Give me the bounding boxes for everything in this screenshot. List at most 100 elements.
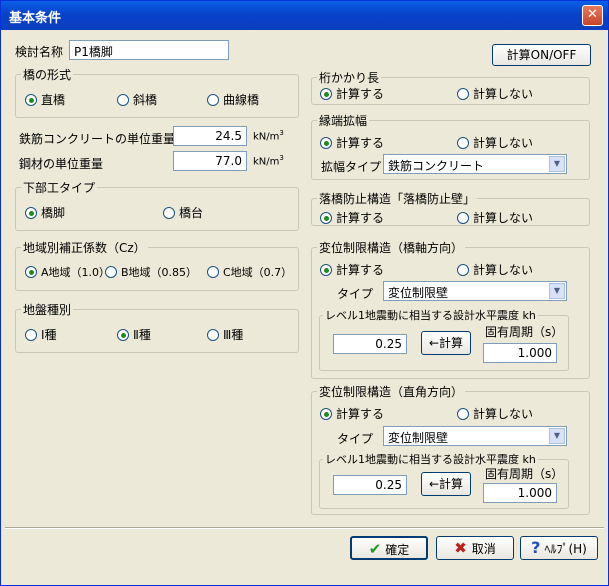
- rebar-weight-input[interactable]: 24.5: [173, 126, 247, 146]
- bridge-type-skew-radio[interactable]: 斜橋: [117, 91, 157, 108]
- disp-axial-calc-radio[interactable]: 計算する: [320, 261, 384, 278]
- substructure-pier-radio[interactable]: 橋脚: [25, 204, 65, 221]
- unit-text: kN/m: [253, 156, 280, 168]
- disp-perp-kh-input[interactable]: 0.25: [333, 475, 407, 495]
- ground-type1-radio[interactable]: Ⅰ種: [25, 326, 57, 343]
- radio-label: 計算する: [336, 87, 385, 101]
- cancel-button[interactable]: ✖ 取消: [436, 536, 514, 560]
- region-a-radio[interactable]: A地域（1.0）: [25, 264, 110, 280]
- radio-label: 計算しない: [473, 136, 534, 150]
- disp-axial-nocalc-radio[interactable]: 計算しない: [457, 261, 533, 278]
- disp-axial-type-select[interactable]: 変位制限壁 ▼: [383, 281, 567, 301]
- steel-weight-input[interactable]: 77.0: [173, 151, 247, 171]
- radio-label: 直橋: [41, 93, 66, 107]
- substructure-abutment-radio[interactable]: 橋台: [163, 204, 203, 221]
- disp-perp-calc-button[interactable]: ←計算: [421, 472, 471, 496]
- bridge-type-curve-radio[interactable]: 曲線橋: [207, 91, 259, 108]
- select-value: 変位制限壁: [388, 431, 449, 445]
- radio-dot: [105, 266, 117, 278]
- fall-prevent-nocalc-radio[interactable]: 計算しない: [457, 209, 533, 226]
- disp-perp-period-label: 固有周期（s）: [485, 467, 564, 481]
- radio-label: C地域（0.7）: [223, 266, 293, 279]
- radio-dot: [457, 407, 469, 420]
- disp-perp-type-select[interactable]: 変位制限壁 ▼: [383, 426, 567, 446]
- bridge-type-straight-radio[interactable]: 直橋: [25, 91, 65, 108]
- dialog-window: 基本条件 ✕ 検討名称 P1橋脚 橋の形式 直橋 斜橋 曲線橋 鉄筋コンクリート…: [0, 0, 609, 586]
- disp-perp-nocalc-radio[interactable]: 計算しない: [457, 405, 533, 422]
- radio-label: 橋脚: [41, 206, 66, 220]
- disp-axial-kh-input[interactable]: 0.25: [333, 334, 407, 354]
- disp-perp-period-input[interactable]: 1.000: [483, 483, 557, 503]
- radio-dot: [457, 87, 469, 100]
- edge-nocalc-radio[interactable]: 計算しない: [457, 134, 533, 151]
- name-input[interactable]: P1橋脚: [69, 40, 229, 60]
- radio-dot: [117, 328, 129, 341]
- unit-sup: 3: [279, 129, 284, 137]
- radio-dot: [25, 93, 37, 106]
- help-button[interactable]: ? ﾍﾙﾌﾟ(H): [520, 536, 598, 560]
- close-button[interactable]: ✕: [582, 5, 603, 26]
- edge-calc-radio[interactable]: 計算する: [320, 134, 384, 151]
- radio-dot: [320, 211, 332, 224]
- rebar-weight-unit: kN/m3: [253, 129, 284, 142]
- region-legend: 地域別補正係数（Cz）: [21, 239, 148, 256]
- chevron-down-icon: ▼: [549, 156, 565, 172]
- disp-axial-type-label: タイプ: [337, 287, 374, 301]
- select-value: 変位制限壁: [388, 286, 449, 300]
- x-icon: ✖: [454, 539, 467, 557]
- ground-legend: 地盤種別: [21, 301, 74, 318]
- radio-dot: [25, 206, 37, 219]
- radio-label: 計算する: [336, 407, 385, 421]
- region-c-radio[interactable]: C地域（0.7）: [207, 264, 292, 280]
- disp-axial-calc-button[interactable]: ←計算: [421, 331, 471, 355]
- window-title: 基本条件: [9, 11, 62, 26]
- rebar-weight-label: 鉄筋コンクリートの単位重量: [19, 132, 176, 146]
- button-label: ﾍﾙﾌﾟ(H): [544, 542, 587, 556]
- calc-onoff-button[interactable]: 計算ON/OFF: [492, 44, 591, 66]
- radio-dot: [163, 206, 175, 219]
- radio-dot: [457, 211, 469, 224]
- edge-legend: 縁端拡幅: [317, 112, 370, 129]
- bridge-type-legend: 橋の形式: [21, 66, 74, 83]
- title-bar[interactable]: 基本条件 ✕: [1, 1, 608, 30]
- disp-axial-period-label: 固有周期（s）: [485, 325, 564, 339]
- ground-type2-radio[interactable]: Ⅱ種: [117, 326, 151, 343]
- radio-dot: [457, 136, 469, 149]
- radio-label: 計算しない: [473, 407, 534, 421]
- radio-label: 斜橋: [133, 93, 158, 107]
- button-label: 取消: [471, 542, 496, 556]
- steel-weight-unit: kN/m3: [253, 154, 284, 167]
- radio-dot: [320, 136, 332, 149]
- disp-axial-period-input[interactable]: 1.000: [483, 343, 557, 363]
- radio-dot: [117, 93, 129, 106]
- girder-calc-radio[interactable]: 計算する: [320, 85, 384, 102]
- girder-nocalc-radio[interactable]: 計算しない: [457, 85, 533, 102]
- unit-text: kN/m: [253, 131, 280, 143]
- ok-button[interactable]: ✔ 確定: [350, 536, 428, 560]
- radio-dot: [25, 328, 37, 341]
- radio-dot: [207, 266, 219, 278]
- radio-dot: [207, 328, 219, 341]
- radio-dot: [25, 266, 37, 278]
- button-label: 確定: [385, 543, 410, 557]
- radio-dot: [320, 87, 332, 100]
- edge-type-select[interactable]: 鉄筋コンクリート ▼: [383, 154, 567, 174]
- chevron-down-icon: ▼: [549, 283, 565, 299]
- disp-perp-legend: 変位制限構造（直角方向）: [317, 383, 466, 400]
- footer-separator: [5, 527, 604, 529]
- radio-label: Ⅲ種: [223, 328, 244, 342]
- select-value: 鉄筋コンクリート: [388, 159, 485, 173]
- name-label: 検討名称: [15, 45, 64, 59]
- steel-weight-label: 鋼材の単位重量: [19, 157, 104, 171]
- disp-axial-kh-legend: レベル1地震動に相当する設計水平震度 kh: [323, 307, 538, 323]
- chevron-down-icon: ▼: [549, 428, 565, 444]
- disp-perp-type-label: タイプ: [337, 432, 374, 446]
- radio-dot: [457, 263, 469, 276]
- radio-label: 橋台: [179, 206, 204, 220]
- region-b-radio[interactable]: B地域（0.85）: [105, 264, 197, 280]
- ground-type3-radio[interactable]: Ⅲ種: [207, 326, 243, 343]
- girder-legend: 桁かかり長: [317, 69, 382, 86]
- disp-perp-calc-radio[interactable]: 計算する: [320, 405, 384, 422]
- radio-label: Ⅱ種: [133, 328, 151, 342]
- fall-prevent-calc-radio[interactable]: 計算する: [320, 209, 384, 226]
